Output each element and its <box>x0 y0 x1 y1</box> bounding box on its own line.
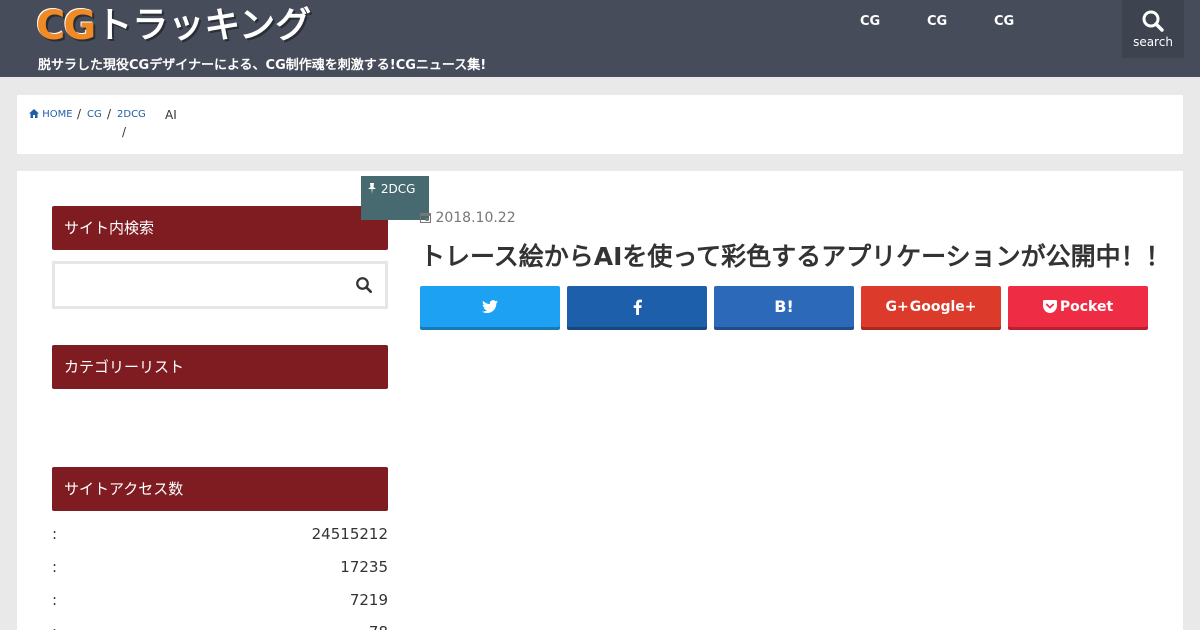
stat-label: : <box>52 591 58 609</box>
facebook-icon <box>633 299 642 315</box>
post-title: トレース絵からAIを使って彩色するアプリケーションが公開中！！ <box>420 242 1171 271</box>
main-content: サイト内検索 カテゴリーリスト サイトアクセス数 : 24515212 : 17… <box>17 171 1183 630</box>
sidebar-search-input[interactable] <box>52 261 388 309</box>
breadcrumb-separator: / <box>107 107 112 121</box>
header-search-button[interactable]: search <box>1122 0 1184 58</box>
breadcrumb-separator: / <box>122 125 127 139</box>
share-google-button[interactable]: G+ Google+ <box>861 286 1001 327</box>
breadcrumb-separator: / <box>77 107 82 121</box>
breadcrumb-current: AI <box>165 108 177 122</box>
breadcrumb-level2[interactable]: 2DCG <box>117 109 146 120</box>
share-google-label: Google+ <box>909 298 977 315</box>
stat-value: 7219 <box>349 591 388 609</box>
breadcrumb: HOME / CG / 2DCG / AI <box>17 95 1183 154</box>
google-plus-icon: G+ <box>885 298 909 315</box>
nav-item-1[interactable]: CG <box>860 14 880 29</box>
share-hatena-button[interactable]: B! <box>714 286 854 327</box>
logo-text: トラッキング <box>96 5 312 46</box>
breadcrumb-home-label: HOME <box>42 109 73 120</box>
widget-title-access: サイトアクセス数 <box>52 467 388 511</box>
site-header: CG トラッキング 脱サラした現役CGデザイナーによる、CG制作魂を刺激する!C… <box>0 0 1200 77</box>
search-icon <box>1142 10 1164 32</box>
pin-icon <box>368 183 376 194</box>
search-icon[interactable] <box>355 276 373 294</box>
category-label: 2DCG <box>380 182 416 196</box>
stat-value: 24515212 <box>311 525 388 543</box>
breadcrumb-level1[interactable]: CG <box>87 109 102 120</box>
stat-value: 78 <box>369 623 388 630</box>
home-icon <box>29 109 39 118</box>
category-badge[interactable]: 2DCG <box>361 176 429 220</box>
share-pocket-button[interactable]: Pocket <box>1008 286 1148 327</box>
share-facebook-button[interactable] <box>567 286 707 327</box>
calendar-icon <box>420 213 431 223</box>
twitter-icon <box>482 299 498 313</box>
logo-cg: CG <box>36 3 96 49</box>
breadcrumb-home[interactable]: HOME <box>29 109 73 120</box>
nav-item-3[interactable]: CG <box>994 14 1014 29</box>
stat-label: : <box>52 525 58 543</box>
share-twitter-button[interactable] <box>420 286 560 327</box>
nav-item-2[interactable]: CG <box>927 14 947 29</box>
hatena-icon: B! <box>774 297 794 316</box>
site-tagline: 脱サラした現役CGデザイナーによる、CG制作魂を刺激する!CGニュース集! <box>38 58 487 73</box>
pocket-icon <box>1042 300 1057 313</box>
search-label: search <box>1133 35 1173 49</box>
post-date-value: 2018.10.22 <box>435 210 516 226</box>
widget-title-search: サイト内検索 <box>52 206 388 250</box>
post-date: 2018.10.22 <box>420 210 516 226</box>
stat-label: : <box>52 623 57 630</box>
share-pocket-label: Pocket <box>1059 298 1114 315</box>
site-logo[interactable]: CG トラッキング <box>36 0 311 50</box>
stat-label: : <box>52 558 58 576</box>
stat-value: 17235 <box>340 558 388 576</box>
widget-title-categories: カテゴリーリスト <box>52 345 388 389</box>
